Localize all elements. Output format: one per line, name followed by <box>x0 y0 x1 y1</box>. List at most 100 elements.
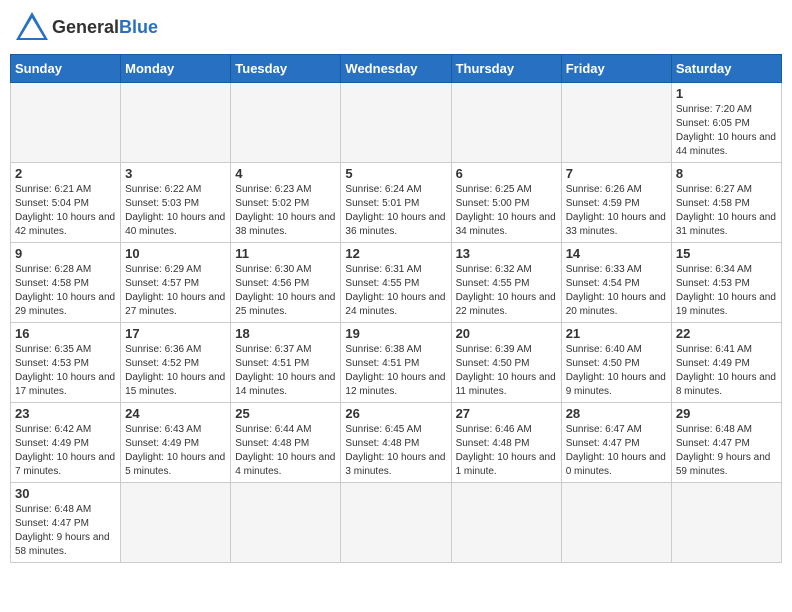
day-header-saturday: Saturday <box>671 55 781 83</box>
day-info: Sunrise: 7:20 AMSunset: 6:05 PMDaylight:… <box>676 103 777 159</box>
day-number: 2 <box>15 166 116 181</box>
day-info: Sunrise: 6:48 AMSunset: 4:47 PMDaylight:… <box>15 503 116 559</box>
day-header-friday: Friday <box>561 55 671 83</box>
day-number: 5 <box>345 166 446 181</box>
days-header-row: SundayMondayTuesdayWednesdayThursdayFrid… <box>11 55 782 83</box>
day-number: 11 <box>235 246 336 261</box>
day-number: 19 <box>345 326 446 341</box>
day-info: Sunrise: 6:22 AMSunset: 5:03 PMDaylight:… <box>125 183 226 239</box>
day-cell: 22Sunrise: 6:41 AMSunset: 4:49 PMDayligh… <box>671 323 781 403</box>
day-header-tuesday: Tuesday <box>231 55 341 83</box>
day-cell <box>671 483 781 563</box>
day-info: Sunrise: 6:45 AMSunset: 4:48 PMDaylight:… <box>345 423 446 479</box>
day-cell: 14Sunrise: 6:33 AMSunset: 4:54 PMDayligh… <box>561 243 671 323</box>
day-info: Sunrise: 6:31 AMSunset: 4:55 PMDaylight:… <box>345 263 446 319</box>
day-cell: 15 Sunrise: 6:34 AMSunset: 4:53 PMDayligh… <box>671 243 781 323</box>
day-header-thursday: Thursday <box>451 55 561 83</box>
day-info: Sunrise: 6:25 AMSunset: 5:00 PMDaylight:… <box>456 183 557 239</box>
day-cell: 21Sunrise: 6:40 AMSunset: 4:50 PMDayligh… <box>561 323 671 403</box>
day-cell: 18Sunrise: 6:37 AMSunset: 4:51 PMDayligh… <box>231 323 341 403</box>
day-cell <box>231 83 341 163</box>
day-cell: 3Sunrise: 6:22 AMSunset: 5:03 PMDaylight… <box>121 163 231 243</box>
day-number: 29 <box>676 406 777 421</box>
day-number: 20 <box>456 326 557 341</box>
day-cell: 16Sunrise: 6:35 AMSunset: 4:53 PMDayligh… <box>11 323 121 403</box>
logo-icon <box>14 10 50 46</box>
day-info: Sunrise: 6:46 AMSunset: 4:48 PMDaylight:… <box>456 423 557 479</box>
day-cell <box>11 83 121 163</box>
day-cell <box>121 83 231 163</box>
day-cell: 25 Sunrise: 6:44 AMSunset: 4:48 PMDayligh… <box>231 403 341 483</box>
day-number: 16 <box>15 326 116 341</box>
day-number: 25 <box>235 406 336 421</box>
day-info: Sunrise: 6:42 AMSunset: 4:49 PMDaylight:… <box>15 423 116 479</box>
header: GeneralBlue <box>10 10 782 46</box>
day-number: 10 <box>125 246 226 261</box>
day-cell: 23Sunrise: 6:42 AMSunset: 4:49 PMDayligh… <box>11 403 121 483</box>
day-info: Sunrise: 6:28 AMSunset: 4:58 PMDaylight:… <box>15 263 116 319</box>
day-info: Sunrise: 6:29 AMSunset: 4:57 PMDaylight:… <box>125 263 226 319</box>
day-number: 26 <box>345 406 446 421</box>
day-cell <box>561 83 671 163</box>
day-info: Sunrise: 6:47 AMSunset: 4:47 PMDaylight:… <box>566 423 667 479</box>
day-number: 28 <box>566 406 667 421</box>
day-number: 24 <box>125 406 226 421</box>
day-number: 15 <box>676 246 777 261</box>
day-number: 8 <box>676 166 777 181</box>
week-row-1: 2 Sunrise: 6:21 AMSunset: 5:04 PMDaylight… <box>11 163 782 243</box>
day-info: Sunrise: 6:21 AMSunset: 5:04 PMDaylight:… <box>15 183 116 239</box>
day-cell: 11 Sunrise: 6:30 AMSunset: 4:56 PMDayligh… <box>231 243 341 323</box>
day-info: Sunrise: 6:30 AMSunset: 4:56 PMDaylight:… <box>235 263 336 319</box>
day-cell: 13 Sunrise: 6:32 AMSunset: 4:55 PMDayligh… <box>451 243 561 323</box>
day-number: 12 <box>345 246 446 261</box>
day-number: 4 <box>235 166 336 181</box>
logo: GeneralBlue <box>14 10 158 46</box>
day-number: 18 <box>235 326 336 341</box>
day-info: Sunrise: 6:27 AMSunset: 4:58 PMDaylight:… <box>676 183 777 239</box>
day-cell: 5Sunrise: 6:24 AMSunset: 5:01 PMDaylight… <box>341 163 451 243</box>
day-info: Sunrise: 6:44 AMSunset: 4:48 PMDaylight:… <box>235 423 336 479</box>
day-cell: 10 Sunrise: 6:29 AMSunset: 4:57 PMDayligh… <box>121 243 231 323</box>
day-info: Sunrise: 6:40 AMSunset: 4:50 PMDaylight:… <box>566 343 667 399</box>
day-cell: 20 Sunrise: 6:39 AMSunset: 4:50 PMDayligh… <box>451 323 561 403</box>
day-cell: 1Sunrise: 7:20 AMSunset: 6:05 PMDaylight… <box>671 83 781 163</box>
day-info: Sunrise: 6:43 AMSunset: 4:49 PMDaylight:… <box>125 423 226 479</box>
day-number: 7 <box>566 166 667 181</box>
day-cell <box>451 483 561 563</box>
day-info: Sunrise: 6:26 AMSunset: 4:59 PMDaylight:… <box>566 183 667 239</box>
week-row-2: 9 Sunrise: 6:28 AMSunset: 4:58 PMDaylight… <box>11 243 782 323</box>
day-info: Sunrise: 6:34 AMSunset: 4:53 PMDaylight:… <box>676 263 777 319</box>
day-info: Sunrise: 6:48 AMSunset: 4:47 PMDaylight:… <box>676 423 777 479</box>
day-cell: 24 Sunrise: 6:43 AMSunset: 4:49 PMDayligh… <box>121 403 231 483</box>
day-header-sunday: Sunday <box>11 55 121 83</box>
day-cell: 27 Sunrise: 6:46 AMSunset: 4:48 PMDayligh… <box>451 403 561 483</box>
day-info: Sunrise: 6:32 AMSunset: 4:55 PMDaylight:… <box>456 263 557 319</box>
day-number: 13 <box>456 246 557 261</box>
day-cell: 7 Sunrise: 6:26 AMSunset: 4:59 PMDaylight… <box>561 163 671 243</box>
day-cell: 29 Sunrise: 6:48 AMSunset: 4:47 PMDayligh… <box>671 403 781 483</box>
day-cell: 19Sunrise: 6:38 AMSunset: 4:51 PMDayligh… <box>341 323 451 403</box>
day-number: 22 <box>676 326 777 341</box>
day-header-wednesday: Wednesday <box>341 55 451 83</box>
day-number: 9 <box>15 246 116 261</box>
day-cell: 12 Sunrise: 6:31 AMSunset: 4:55 PMDayligh… <box>341 243 451 323</box>
day-cell: 4 Sunrise: 6:23 AMSunset: 5:02 PMDaylight… <box>231 163 341 243</box>
day-cell <box>231 483 341 563</box>
day-number: 30 <box>15 486 116 501</box>
day-number: 27 <box>456 406 557 421</box>
day-info: Sunrise: 6:33 AMSunset: 4:54 PMDaylight:… <box>566 263 667 319</box>
week-row-5: 30 Sunrise: 6:48 AMSunset: 4:47 PMDayligh… <box>11 483 782 563</box>
week-row-3: 16Sunrise: 6:35 AMSunset: 4:53 PMDayligh… <box>11 323 782 403</box>
day-cell <box>121 483 231 563</box>
day-cell: 17Sunrise: 6:36 AMSunset: 4:52 PMDayligh… <box>121 323 231 403</box>
day-cell: 8 Sunrise: 6:27 AMSunset: 4:58 PMDaylight… <box>671 163 781 243</box>
week-row-0: 1Sunrise: 7:20 AMSunset: 6:05 PMDaylight… <box>11 83 782 163</box>
day-cell: 6 Sunrise: 6:25 AMSunset: 5:00 PMDaylight… <box>451 163 561 243</box>
day-info: Sunrise: 6:23 AMSunset: 5:02 PMDaylight:… <box>235 183 336 239</box>
day-number: 6 <box>456 166 557 181</box>
day-cell: 28 Sunrise: 6:47 AMSunset: 4:47 PMDayligh… <box>561 403 671 483</box>
logo-text: GeneralBlue <box>52 18 158 38</box>
day-info: Sunrise: 6:39 AMSunset: 4:50 PMDaylight:… <box>456 343 557 399</box>
day-cell: 26 Sunrise: 6:45 AMSunset: 4:48 PMDayligh… <box>341 403 451 483</box>
day-cell <box>561 483 671 563</box>
